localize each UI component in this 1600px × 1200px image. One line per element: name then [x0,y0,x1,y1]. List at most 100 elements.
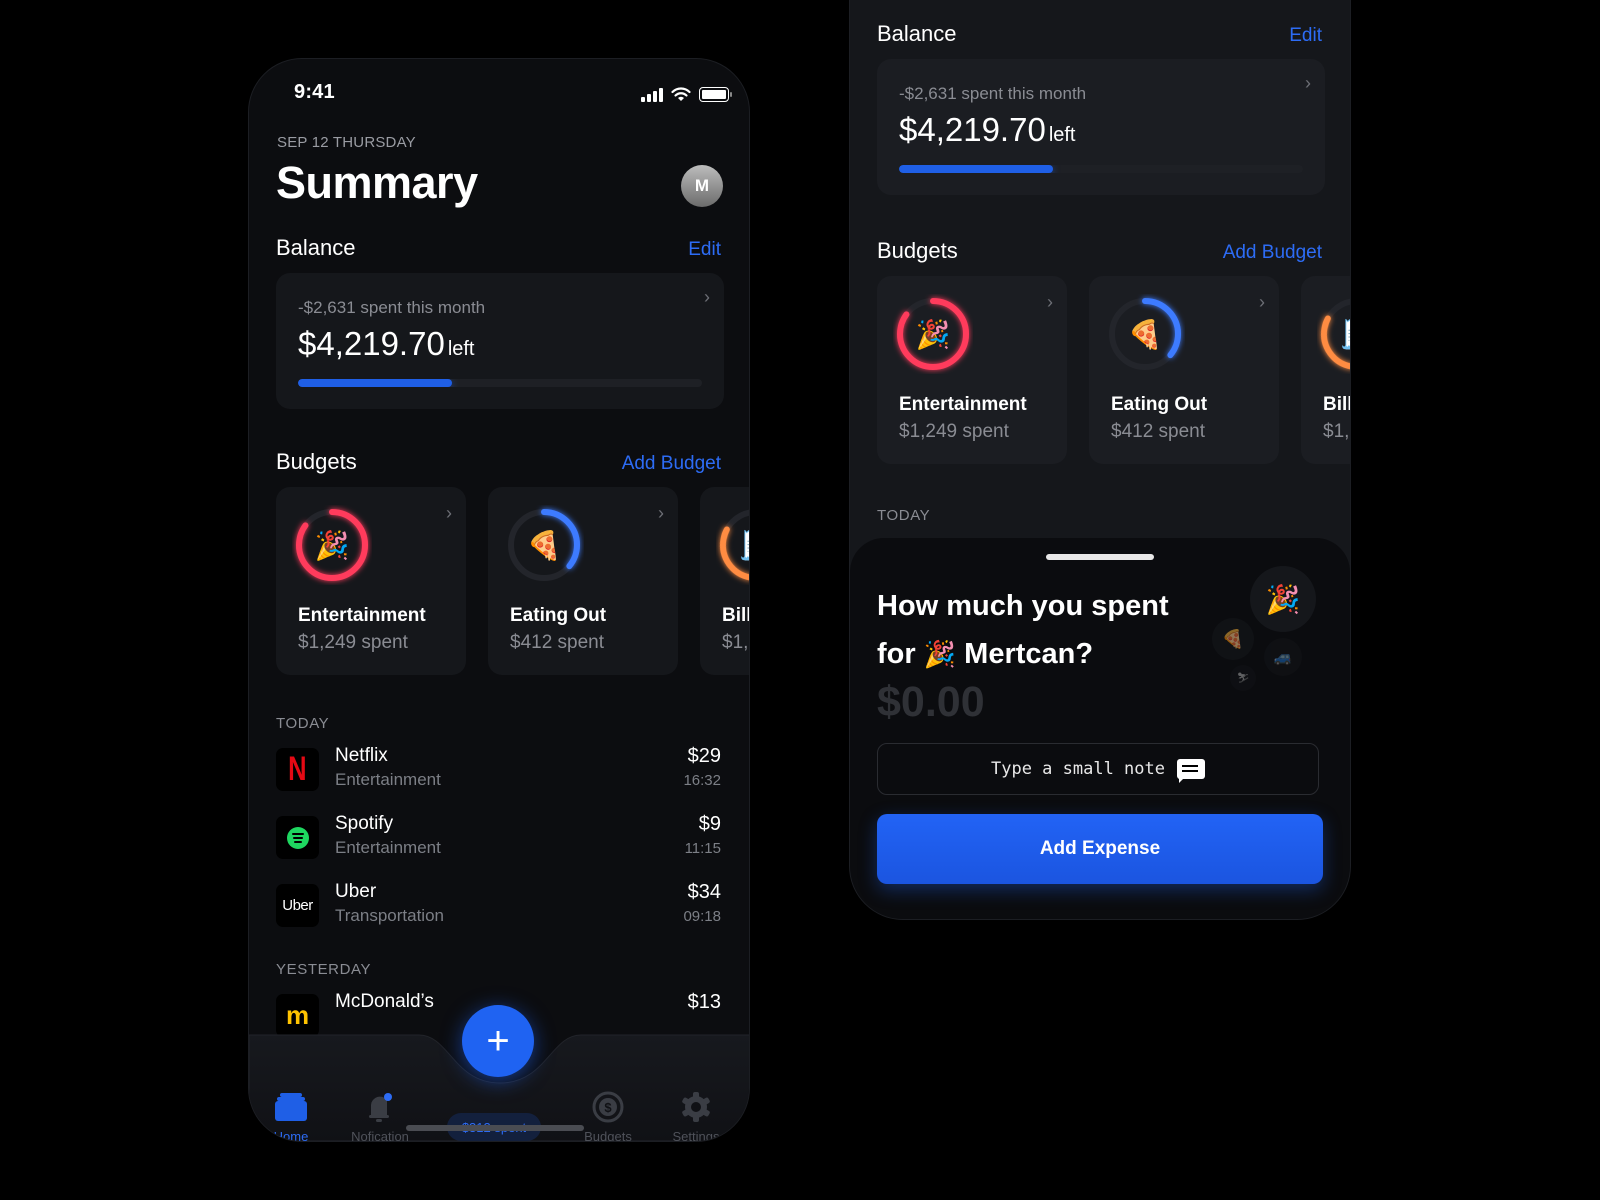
transaction-category: Transportation [335,906,444,925]
balance-card[interactable]: -$2,631 spent this month $4,219.70 left › [877,59,1325,195]
balance-progress-fill [298,379,452,387]
add-budget-link[interactable]: Add Budget [1223,242,1322,264]
budget-card-eating-out[interactable]: 🍕 › Eating Out $412 spent [488,487,678,675]
transaction-row[interactable]: Uber Uber Transportation $34 09:18 [276,881,721,931]
balance-value: $4,219.70 [899,111,1046,148]
status-bar: 9:41 [249,75,749,115]
pizza-icon: 🍕 [1221,628,1245,649]
budgets-header: Budgets Add Budget [276,449,721,475]
car-icon: 🚙 [1273,649,1293,666]
transaction-amount: $34 [687,881,721,903]
edit-balance-link[interactable]: Edit [1289,25,1322,47]
transaction-time: 11:15 [684,840,721,857]
balance-progress-fill [899,165,1053,173]
tab-label: Settings [672,1129,720,1142]
phone-add-expense-screen: Balance Edit -$2,631 spent this month $4… [849,0,1351,920]
plus-icon: + [486,1019,510,1063]
budget-card-entertainment[interactable]: 🎉 › Entertainment $1,249 spent [877,276,1067,464]
add-expense-sheet: How much you spent for 🎉 Mertcan? $0.00 … [850,538,1350,919]
budget-spent: $1,2 [722,632,749,653]
budget-card-bills[interactable]: 🧾 Bills $1,2 [1301,276,1350,464]
avatar[interactable]: M [681,165,723,207]
amount-input[interactable]: $0.00 [877,678,985,727]
chevron-right-icon: › [1305,73,1311,93]
phone-summary-screen: 9:41 SEP 12 THURSDAY Summary M Balance E… [248,58,750,1142]
party-popper-icon: 🎉 [314,529,350,561]
balance-progress-bar [899,165,1303,173]
question-line1: How much you spent [877,590,1169,622]
tab-label: Home [273,1129,309,1142]
budget-name: Bills [722,605,749,626]
transaction-name: Spotify [335,813,394,834]
category-bubble[interactable]: 🍕 [1212,618,1254,660]
budgets-title: Budgets [276,449,357,474]
party-popper-icon: 🎉 [1265,583,1301,615]
day-label-yesterday: YESTERDAY [276,961,372,978]
budget-name: Eating Out [1111,394,1208,415]
question-for: for [877,638,916,670]
uber-logo-text: Uber [282,897,313,914]
message-icon [1177,759,1205,783]
party-popper-icon: 🎉 [923,639,957,669]
note-placeholder: Type a small note [991,759,1165,779]
tab-home[interactable]: Home [251,1089,331,1142]
budget-name: Bills [1323,394,1350,415]
transaction-time: 09:18 [683,908,721,925]
balance-amount: $4,219.70 left [298,325,475,363]
chevron-right-icon: › [1259,292,1265,312]
balance-value: $4,219.70 [298,325,445,362]
transaction-category: Entertainment [335,770,441,789]
battery-icon [699,87,732,102]
party-popper-icon: 🎉 [915,318,951,350]
tab-settings[interactable]: Settings [656,1089,736,1142]
transaction-name: Uber [335,881,377,902]
tab-budgets[interactable]: $ Budgets [568,1089,648,1141]
note-input[interactable]: Type a small note [877,743,1319,795]
dollar-coin-icon: $ [568,1089,648,1123]
question-name: Mertcan? [964,638,1094,670]
pizza-icon: 🍕 [526,529,562,561]
home-indicator[interactable] [406,1125,584,1131]
avatar-initial: M [694,176,710,195]
chevron-right-icon: › [704,287,710,307]
day-label-today: TODAY [877,507,931,524]
cellular-signal-icon [641,87,663,102]
transaction-category: Entertainment [335,838,441,857]
category-bubble-selected[interactable]: 🎉 [1250,566,1316,632]
day-label-today: TODAY [276,715,330,732]
budget-card-eating-out[interactable]: 🍕 › Eating Out $412 spent [1089,276,1279,464]
budget-carousel[interactable]: 🎉 › Entertainment $1,249 spent 🍕 › Eatin… [276,487,749,675]
wifi-icon [671,87,691,101]
transaction-row[interactable]: N Netflix Entertainment $29 16:32 [276,745,721,795]
budget-spent: $412 spent [510,632,605,653]
budget-spent: $1,2 [1323,421,1350,442]
balance-card[interactable]: -$2,631 spent this month $4,219.70 left › [276,273,724,409]
transaction-row[interactable]: Spotify Entertainment $9 11:15 [276,813,721,863]
budget-spent: $412 spent [1111,421,1206,442]
add-expense-button[interactable]: Add Expense [877,814,1323,884]
budget-card-bills[interactable]: 🧾 Bills $1,2 [700,487,749,675]
balance-progress-bar [298,379,702,387]
category-bubble[interactable]: ⛷ [1230,665,1256,691]
sheet-drag-handle[interactable] [1046,554,1154,560]
budget-carousel[interactable]: 🎉 › Entertainment $1,249 spent 🍕 › Eatin… [877,276,1350,464]
budget-spent: $1,249 spent [298,632,408,653]
bell-icon [340,1089,420,1123]
netflix-logo: N [276,748,319,791]
edit-balance-link[interactable]: Edit [688,239,721,261]
tab-notification[interactable]: Nofication [340,1089,420,1141]
add-expense-fab[interactable]: + [462,1005,534,1077]
category-bubble[interactable]: 🚙 [1264,638,1302,676]
transaction-name: McDonald’s [335,991,434,1012]
gear-icon [656,1089,736,1123]
skier-icon: ⛷ [1236,672,1250,684]
add-budget-link[interactable]: Add Budget [622,453,721,475]
tab-bar: + Home Nofication $312 spent $ Budgets S… [249,1005,749,1142]
home-icon [251,1089,331,1123]
page-title: Summary [276,157,478,208]
budgets-header: Budgets Add Budget [877,238,1322,264]
balance-header: Balance Edit [877,21,1322,47]
balance-title: Balance [276,235,356,260]
status-icons [641,87,732,102]
budget-card-entertainment[interactable]: 🎉 › Entertainment $1,249 spent [276,487,466,675]
